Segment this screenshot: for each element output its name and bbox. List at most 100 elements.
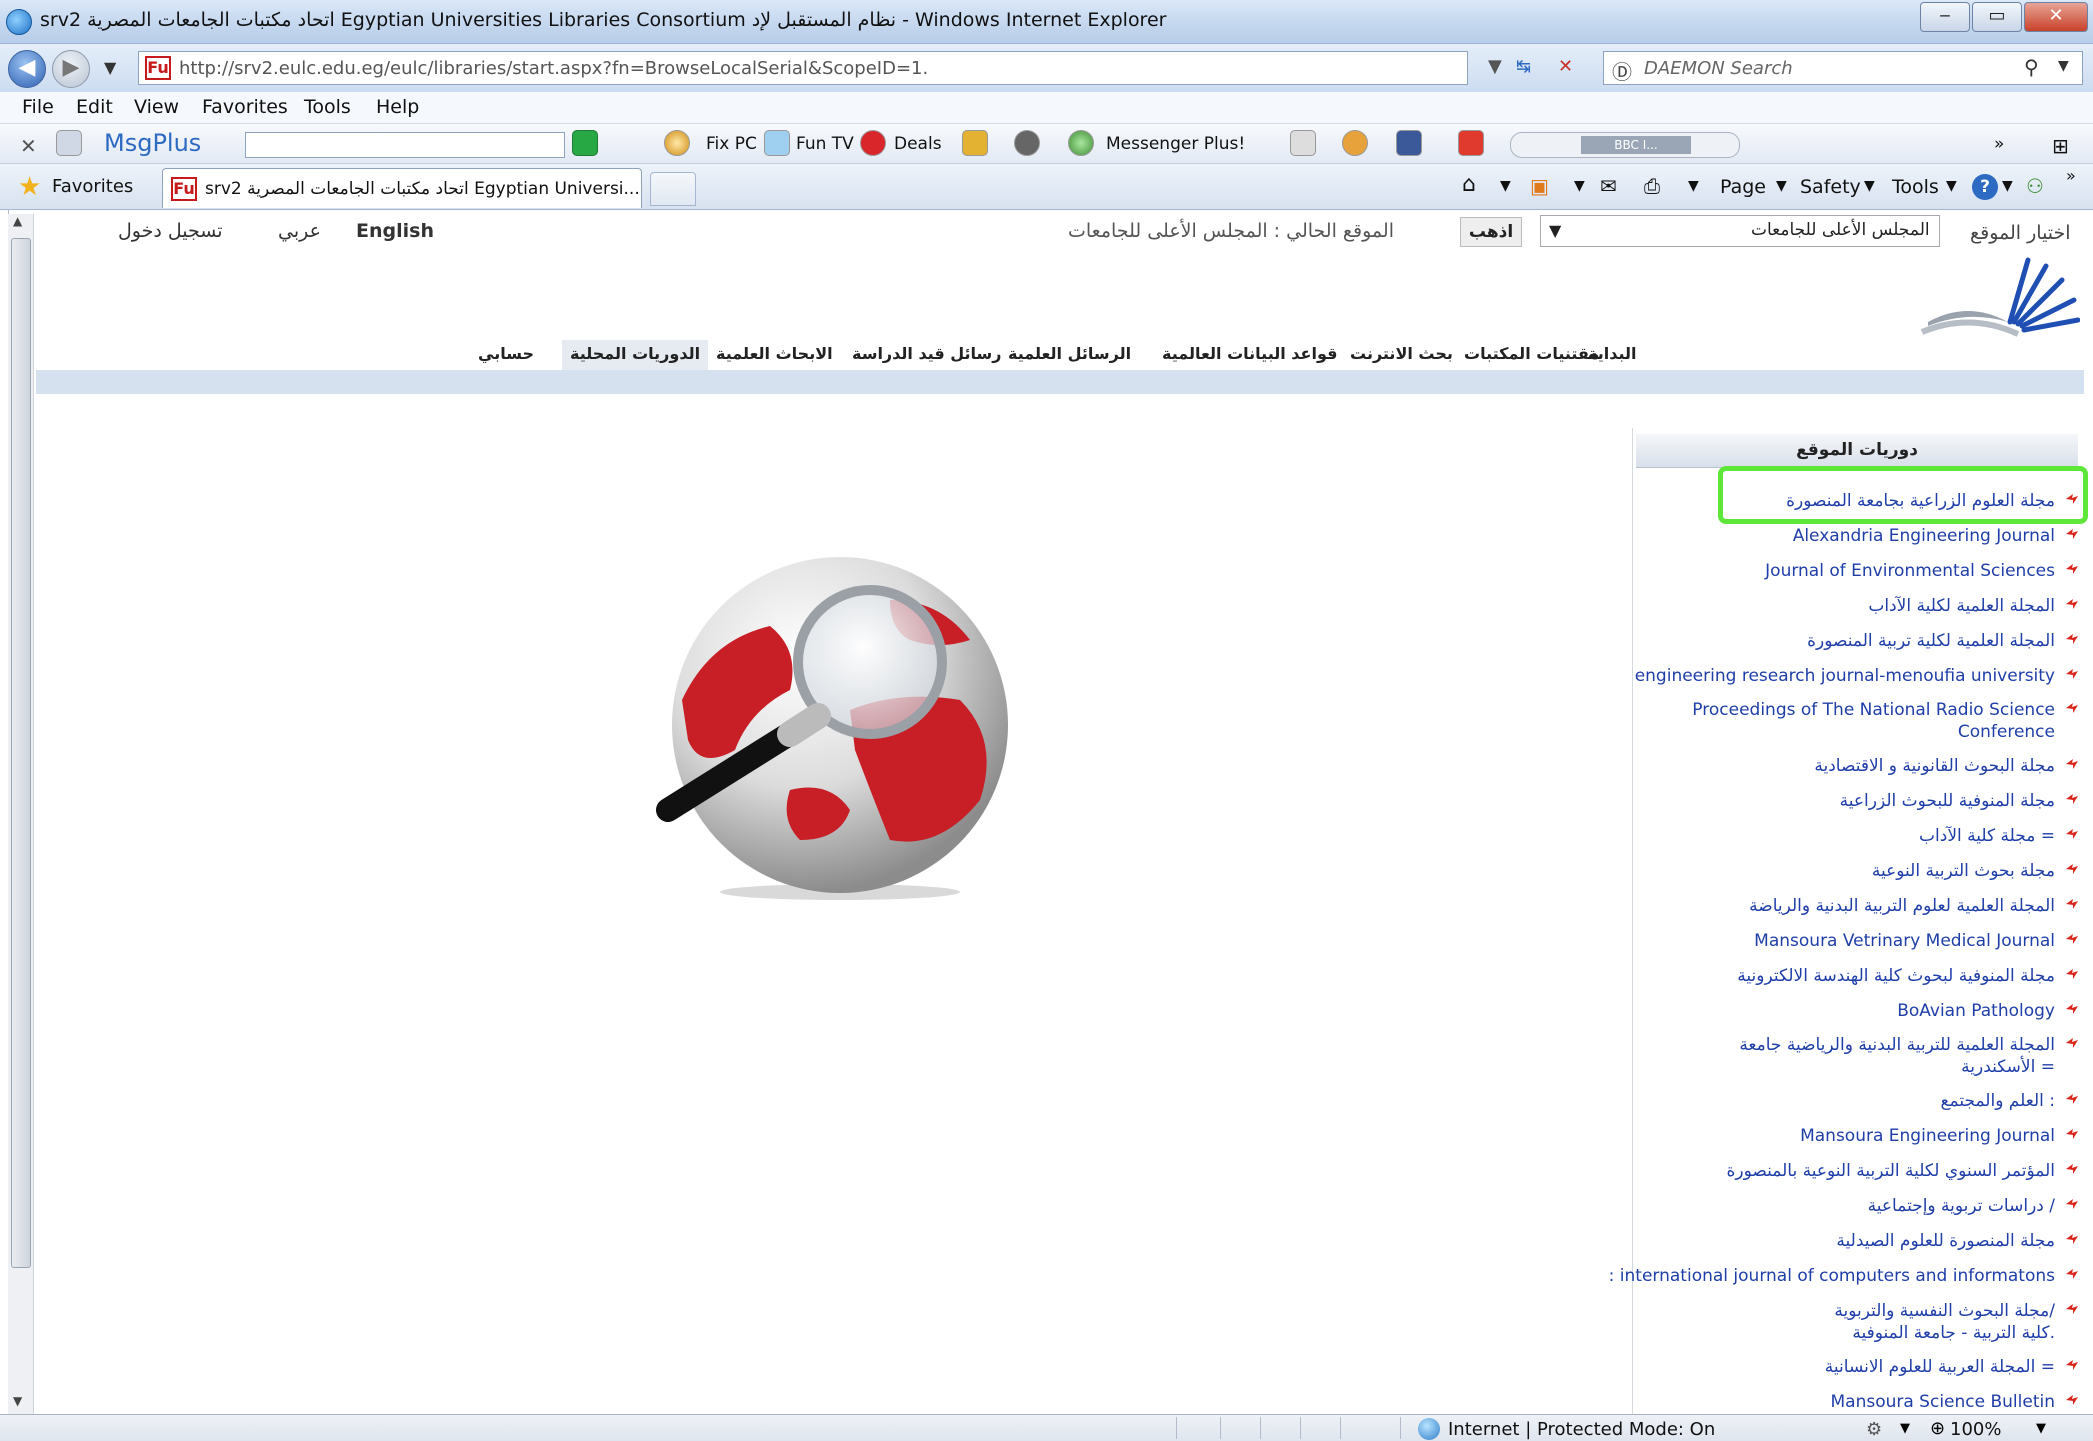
login-link[interactable]: تسجيل دخول xyxy=(118,220,223,242)
journal-link[interactable]: المجلة العلمية لكلية الآداب xyxy=(1868,596,2055,617)
messenger-icon[interactable] xyxy=(1068,130,1094,156)
journal-link[interactable]: Conference xyxy=(1958,722,2055,743)
journal-link[interactable]: : international journal of computers and… xyxy=(1609,1266,2055,1287)
maximize-button[interactable]: ▭ xyxy=(1972,2,2022,32)
search-icon[interactable]: ⚲ xyxy=(2024,55,2039,79)
minimize-button[interactable]: ‒ xyxy=(1920,2,1970,32)
journal-link[interactable]: مجلة المنوفية للبحوث الزراعية xyxy=(1840,791,2055,812)
go-button[interactable]: اذهب xyxy=(1460,217,1522,247)
toolbar-add-icon[interactable]: ⊞ xyxy=(2052,134,2069,158)
journal-link[interactable]: مجلة البحوث النفسية والتربوية/ xyxy=(1834,1301,2055,1322)
search-options-icon[interactable]: ▼ xyxy=(2058,58,2069,74)
menu-view[interactable]: View xyxy=(134,96,179,118)
deals-button[interactable]: Deals xyxy=(894,134,942,154)
toolbar-media-icon[interactable] xyxy=(1014,130,1040,156)
nav-my-account[interactable]: حسابي xyxy=(470,340,542,370)
tools-menu[interactable]: Tools xyxy=(1892,176,1939,198)
scroll-up-icon[interactable]: ▲ xyxy=(13,214,22,228)
journal-link[interactable]: Journal of Environmental Sciences xyxy=(1765,561,2055,582)
nav-theses[interactable]: الرسائل العلمية xyxy=(1000,340,1139,370)
refresh-icon[interactable]: ↹ xyxy=(1516,56,1531,77)
help-dropdown-icon[interactable]: ▼ xyxy=(2002,178,2013,194)
scrollbar-thumb[interactable] xyxy=(11,238,31,1268)
journal-link[interactable]: Alexandria Engineering Journal xyxy=(1793,526,2055,547)
history-dropdown-icon[interactable]: ▼ xyxy=(104,58,116,77)
research-icon[interactable]: ⚇ xyxy=(2026,174,2044,198)
menu-favorites[interactable]: Favorites xyxy=(202,96,288,118)
journal-link[interactable]: Mansoura Science Bulletin xyxy=(1830,1392,2055,1413)
nav-library-holdings[interactable]: مقتنيات المكتبات xyxy=(1456,340,1607,370)
journal-link[interactable]: المجلة العربية للعلوم الانسانية = xyxy=(1825,1357,2055,1378)
feeds-icon[interactable]: ▣ xyxy=(1530,174,1549,198)
url-input[interactable]: Fu http://srv2.eulc.edu.eg/eulc/librarie… xyxy=(138,51,1468,85)
journal-link[interactable]: كلية التربية - جامعة المنوفية. xyxy=(1852,1323,2055,1344)
menu-help[interactable]: Help xyxy=(376,96,419,118)
mail-icon[interactable]: ✉ xyxy=(1600,174,1617,198)
funtv-icon[interactable] xyxy=(764,130,790,156)
back-button[interactable]: ◀ xyxy=(8,50,46,88)
facebook-icon[interactable] xyxy=(1396,130,1422,156)
protected-mode-icon[interactable]: ⚙ xyxy=(1866,1419,1882,1440)
feeds-dropdown-icon[interactable]: ▼ xyxy=(1574,178,1585,194)
journal-link[interactable]: مجلة البحوث القانونية و الاقتصادية xyxy=(1814,756,2055,777)
browser-tab-current[interactable]: Fu srv2 اتحاد مكتبات الجامعات المصرية Eg… xyxy=(162,168,642,208)
toolbar-app-icon[interactable] xyxy=(962,130,988,156)
journal-link[interactable]: engineering research journal-menoufia un… xyxy=(1635,666,2055,687)
tools-dropdown-icon[interactable]: ▼ xyxy=(1946,178,1957,194)
page-menu[interactable]: Page xyxy=(1720,176,1766,198)
journal-link[interactable]: الأسكندرية = xyxy=(1961,1057,2055,1078)
journal-link[interactable]: Mansoura Engineering Journal xyxy=(1800,1126,2055,1147)
close-window-button[interactable]: ✕ xyxy=(2024,2,2088,32)
journal-link[interactable]: المجلة العلمية لكلية تربية المنصورة xyxy=(1807,631,2055,652)
zoom-level[interactable]: 100% xyxy=(1950,1419,2001,1440)
nav-local-periodicals[interactable]: الدوريات المحلية xyxy=(562,340,709,370)
youtube-icon[interactable] xyxy=(1458,130,1484,156)
toolbar-search-input[interactable] xyxy=(245,132,565,158)
page-dropdown-icon[interactable]: ▼ xyxy=(1776,178,1787,194)
journal-link[interactable]: Mansoura Vetrinary Medical Journal xyxy=(1754,931,2055,952)
nav-internet-search[interactable]: بحث الانترنت xyxy=(1342,340,1461,370)
toolbar-overflow-icon[interactable]: » xyxy=(1994,134,2004,154)
protected-mode-dropdown-icon[interactable]: ▼ xyxy=(1900,1421,1910,1436)
home-dropdown-icon[interactable]: ▼ xyxy=(1500,178,1511,194)
messenger-plus-button[interactable]: Messenger Plus! xyxy=(1106,134,1245,154)
close-toolbar-icon[interactable]: ✕ xyxy=(20,134,37,158)
arabic-link[interactable]: عربي xyxy=(278,220,321,242)
journal-link[interactable]: العلم والمجتمع : xyxy=(1940,1091,2055,1112)
print-dropdown-icon[interactable]: ▼ xyxy=(1688,178,1699,194)
toolbar-face-icon[interactable] xyxy=(1342,130,1368,156)
search-input[interactable]: Ⓓ DAEMON Search ⚲ ▼ xyxy=(1603,51,2083,85)
journal-link[interactable]: دراسات تربوية وإجتماعية / xyxy=(1868,1196,2055,1217)
commandbar-overflow-icon[interactable]: » xyxy=(2066,166,2076,185)
nav-global-databases[interactable]: قواعد البيانات العالمية xyxy=(1154,340,1345,370)
zoom-dropdown-icon[interactable]: ▼ xyxy=(2036,1421,2046,1436)
funtv-button[interactable]: Fun TV xyxy=(796,134,854,154)
toolbar-options-icon[interactable] xyxy=(56,130,82,156)
deals-icon[interactable] xyxy=(860,130,886,156)
menu-file[interactable]: File xyxy=(22,96,54,118)
menu-edit[interactable]: Edit xyxy=(76,96,113,118)
forward-button[interactable]: ▶ xyxy=(52,50,90,88)
new-tab-button[interactable] xyxy=(650,172,696,206)
safety-dropdown-icon[interactable]: ▼ xyxy=(1864,178,1875,194)
nav-research[interactable]: الابحاث العلمية xyxy=(708,340,841,370)
journal-link[interactable]: مجلة كلية الآداب = xyxy=(1919,826,2055,847)
fixpc-icon[interactable] xyxy=(664,130,690,156)
journal-link[interactable]: مجلة المنصورة للعلوم الصيدلية xyxy=(1836,1231,2055,1252)
url-dropdown-icon[interactable]: ▼ xyxy=(1488,56,1502,77)
safety-menu[interactable]: Safety xyxy=(1800,176,1861,198)
journal-link[interactable]: Proceedings of The National Radio Scienc… xyxy=(1692,700,2055,721)
radio-station-select[interactable]: BBC I... xyxy=(1581,136,1691,154)
help-icon[interactable]: ? xyxy=(1972,174,1998,200)
journal-link[interactable]: المؤتمر السنوي لكلية التربية النوعية بال… xyxy=(1727,1161,2055,1182)
nav-theses-in-progress[interactable]: رسائل قيد الدراسة xyxy=(844,340,1010,370)
radio-player[interactable]: BBC I... xyxy=(1510,132,1740,158)
journal-link[interactable]: BoAvian Pathology xyxy=(1897,1001,2055,1022)
go-arrow-icon[interactable] xyxy=(572,130,598,156)
journal-link[interactable]: مجلة المنوفية لبحوث كلية الهندسة الالكتر… xyxy=(1737,966,2055,987)
toolbar-games-icon[interactable] xyxy=(1290,130,1316,156)
journal-link[interactable]: مجلة بحوث التربية النوعية xyxy=(1872,861,2055,882)
msgplus-logo[interactable]: MsgPlus xyxy=(104,129,201,157)
journal-link[interactable]: المجلة العلمية للتربية البدنية والرياضية… xyxy=(1739,1035,2055,1056)
journal-link[interactable]: المجلة العلمية لعلوم التربية البدنية وال… xyxy=(1749,896,2055,917)
